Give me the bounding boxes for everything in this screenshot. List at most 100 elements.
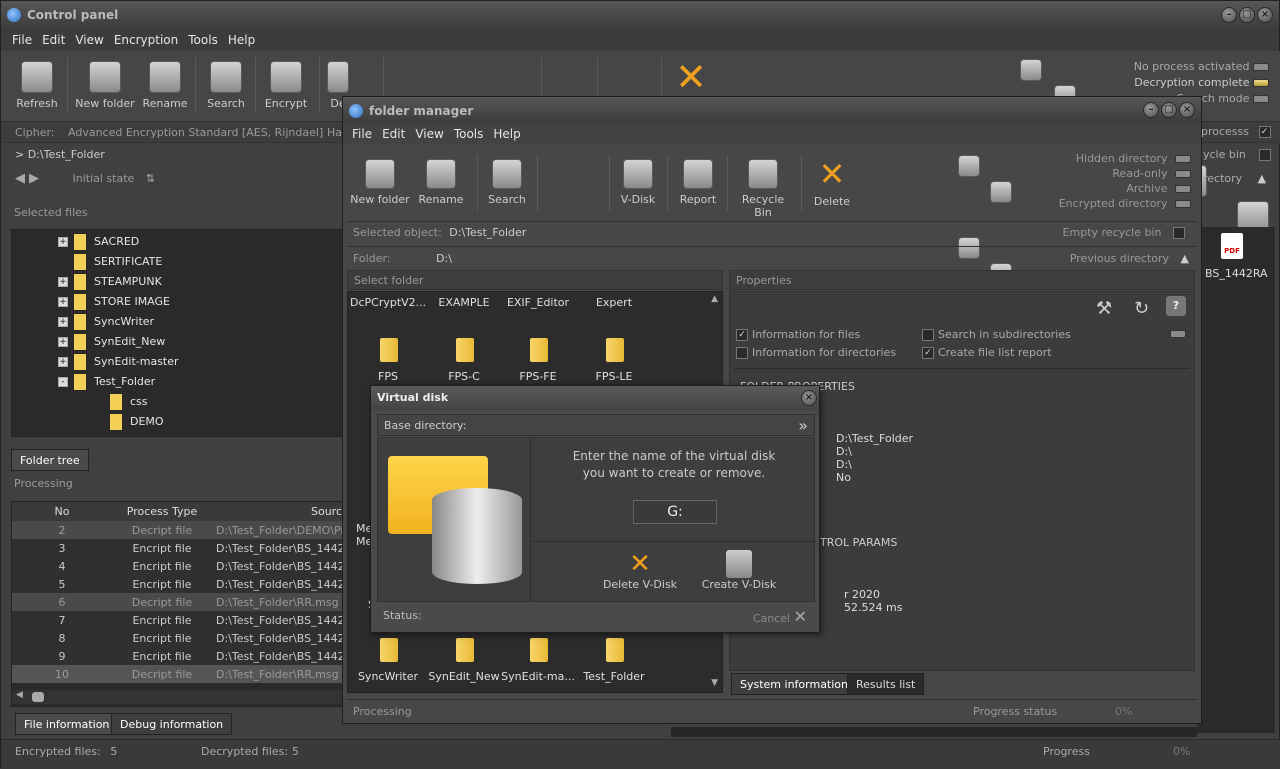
folder-icon[interactable] (606, 638, 624, 662)
col-no[interactable]: No (12, 502, 112, 521)
tree-node[interactable]: + SACRED (12, 232, 342, 252)
folder-label[interactable]: Test_Folder (576, 670, 652, 683)
folder-label[interactable]: FPS-LE (576, 370, 652, 383)
horizontal-scrollbar[interactable]: ◀ (12, 690, 342, 704)
folder-icon[interactable] (380, 338, 398, 362)
collapse-icon[interactable]: ▲ (1258, 172, 1266, 185)
folder-icon[interactable] (606, 338, 624, 362)
cancel-x-icon[interactable]: ✕ (794, 607, 807, 626)
fm-menu-view[interactable]: View (410, 123, 448, 141)
table-row[interactable]: 10 Decript file D:\Test_Folder\RR.msg (12, 665, 342, 683)
expand-toggle-icon[interactable]: + (58, 357, 68, 367)
report-checkbox[interactable]: ✓ (922, 347, 934, 359)
fm-menu-edit[interactable]: Edit (377, 123, 410, 141)
vd-cancel[interactable]: Cancel ✕ (753, 607, 807, 626)
info-dirs-checkbox[interactable] (736, 347, 748, 359)
folder-item[interactable]: Expert (576, 296, 652, 309)
fm-recycle-bin-button[interactable]: Recycle Bin (733, 159, 793, 219)
fm-delete-button[interactable]: ✕ Delete (809, 158, 855, 208)
menu-encryption[interactable]: Encryption (109, 29, 183, 47)
previous-directory[interactable]: Previous directory ▲ (1070, 252, 1189, 265)
fm-menu-help[interactable]: Help (488, 123, 525, 141)
back-arrow-icon[interactable]: ◀ (15, 171, 25, 186)
folder-label[interactable]: FPS (350, 370, 426, 383)
menu-help[interactable]: Help (223, 29, 260, 47)
opt-info-dirs[interactable]: Information for directories (736, 346, 896, 359)
folder-icon[interactable] (380, 638, 398, 662)
expand-toggle-icon[interactable]: + (58, 337, 68, 347)
double-chevron-icon[interactable]: » (798, 416, 808, 435)
recycle-checkbox[interactable] (1259, 149, 1272, 161)
folder-item[interactable]: EXIF_Editor (500, 296, 576, 309)
processs-checkbox[interactable]: ✓ (1258, 126, 1271, 138)
opt-info-files[interactable]: ✓ Information for files (736, 328, 860, 341)
up-chevron-icon[interactable]: ▲ (1181, 252, 1189, 265)
encrypt-button[interactable]: Encrypt (261, 61, 311, 110)
tab-system-information[interactable]: System information (731, 673, 858, 695)
scroll-up-icon[interactable]: ▲ (711, 294, 718, 304)
folder-icon[interactable] (530, 638, 548, 662)
tools-icon[interactable]: ⚒ (1096, 298, 1112, 319)
folder-item[interactable]: EXAMPLE (426, 296, 502, 309)
pdf-file-icon[interactable]: PDF (1221, 233, 1243, 259)
tab-debug-information[interactable]: Debug information (111, 713, 233, 735)
folder-icon[interactable] (530, 338, 548, 362)
folder-label[interactable]: SyncWriter (350, 670, 426, 683)
refresh-icon[interactable]: ↻ (1134, 298, 1149, 319)
scroll-thumb[interactable] (32, 692, 44, 702)
folder-label[interactable]: FPS-FE (500, 370, 576, 383)
tab-folder-tree[interactable]: Folder tree (11, 449, 89, 471)
create-vdisk-button[interactable]: Create V-Disk (694, 550, 784, 591)
fm-maximize-icon[interactable]: □ (1161, 102, 1177, 118)
delete-vdisk-button[interactable]: ✕ Delete V-Disk (596, 550, 684, 591)
tree-node[interactable]: + SyncWriter (12, 312, 342, 332)
swap-icon[interactable]: ⇅ (146, 172, 155, 185)
opt-report[interactable]: ✓ Create file list report (922, 346, 1052, 359)
refresh-button[interactable]: Refresh (11, 61, 63, 110)
col-process-type[interactable]: Process Type (112, 502, 212, 521)
tree-node[interactable]: + SynEdit_New (12, 332, 342, 352)
fm-menu-file[interactable]: File (347, 123, 377, 141)
scroll-down-icon[interactable]: ▼ (711, 678, 718, 688)
folder-icon[interactable] (456, 338, 474, 362)
table-row[interactable]: 7 Encript file D:\Test_Folder\BS_1442R (12, 611, 342, 629)
col-source[interactable]: Sourc (212, 502, 342, 521)
tree-node[interactable]: + SynEdit-master (12, 352, 342, 372)
menu-tools[interactable]: Tools (183, 29, 223, 47)
tab-file-information[interactable]: File information (15, 713, 119, 735)
expand-toggle-icon[interactable]: + (58, 297, 68, 307)
expand-toggle-icon[interactable]: - (58, 377, 68, 387)
fm-close-icon[interactable]: × (1179, 102, 1195, 118)
expand-toggle-icon[interactable]: + (58, 277, 68, 287)
minimize-icon[interactable]: – (1221, 7, 1237, 23)
search-button[interactable]: Search (201, 61, 251, 110)
new-folder-button[interactable]: New folder (75, 61, 135, 110)
tree-node[interactable]: SERTIFICATE (12, 252, 342, 272)
search-sub-checkbox[interactable] (922, 329, 934, 341)
folder-icon[interactable] (456, 638, 474, 662)
opt-search-sub[interactable]: Search in subdirectories (922, 328, 1071, 341)
fm-report-button[interactable]: Report (675, 159, 721, 206)
forward-arrow-icon[interactable]: ▶ (29, 171, 39, 186)
scroll-left-icon[interactable]: ◀ (16, 690, 23, 700)
menu-edit[interactable]: Edit (37, 29, 70, 47)
fm-menu-tools[interactable]: Tools (449, 123, 489, 141)
tree-node[interactable]: css (12, 392, 342, 412)
settings-icon[interactable] (1020, 59, 1042, 81)
folder-label[interactable]: SynEdit-ma... (500, 670, 576, 683)
rename-button[interactable]: Rename (139, 61, 191, 110)
expand-toggle-icon[interactable]: + (58, 317, 68, 327)
folder-label[interactable]: FPS-C (426, 370, 502, 383)
drive-letter-input[interactable]: G: (633, 500, 717, 524)
tab-results-list[interactable]: Results list (847, 673, 925, 695)
tree-node[interactable]: + STEAMPUNK (12, 272, 342, 292)
help-icon[interactable]: ? (1166, 296, 1186, 316)
table-row[interactable]: 8 Encript file D:\Test_Folder\BS_1442R (12, 629, 342, 647)
expand-toggle-icon[interactable]: + (58, 237, 68, 247)
folder-item[interactable]: DcPCryptV2... (350, 296, 426, 309)
fm-new-folder-button[interactable]: New folder (349, 159, 411, 206)
exit-x-icon[interactable]: ✕ (673, 58, 709, 96)
menu-file[interactable]: File (7, 29, 37, 47)
fm-search-button[interactable]: Search (483, 159, 531, 206)
view-large-icons-icon[interactable] (958, 155, 980, 177)
